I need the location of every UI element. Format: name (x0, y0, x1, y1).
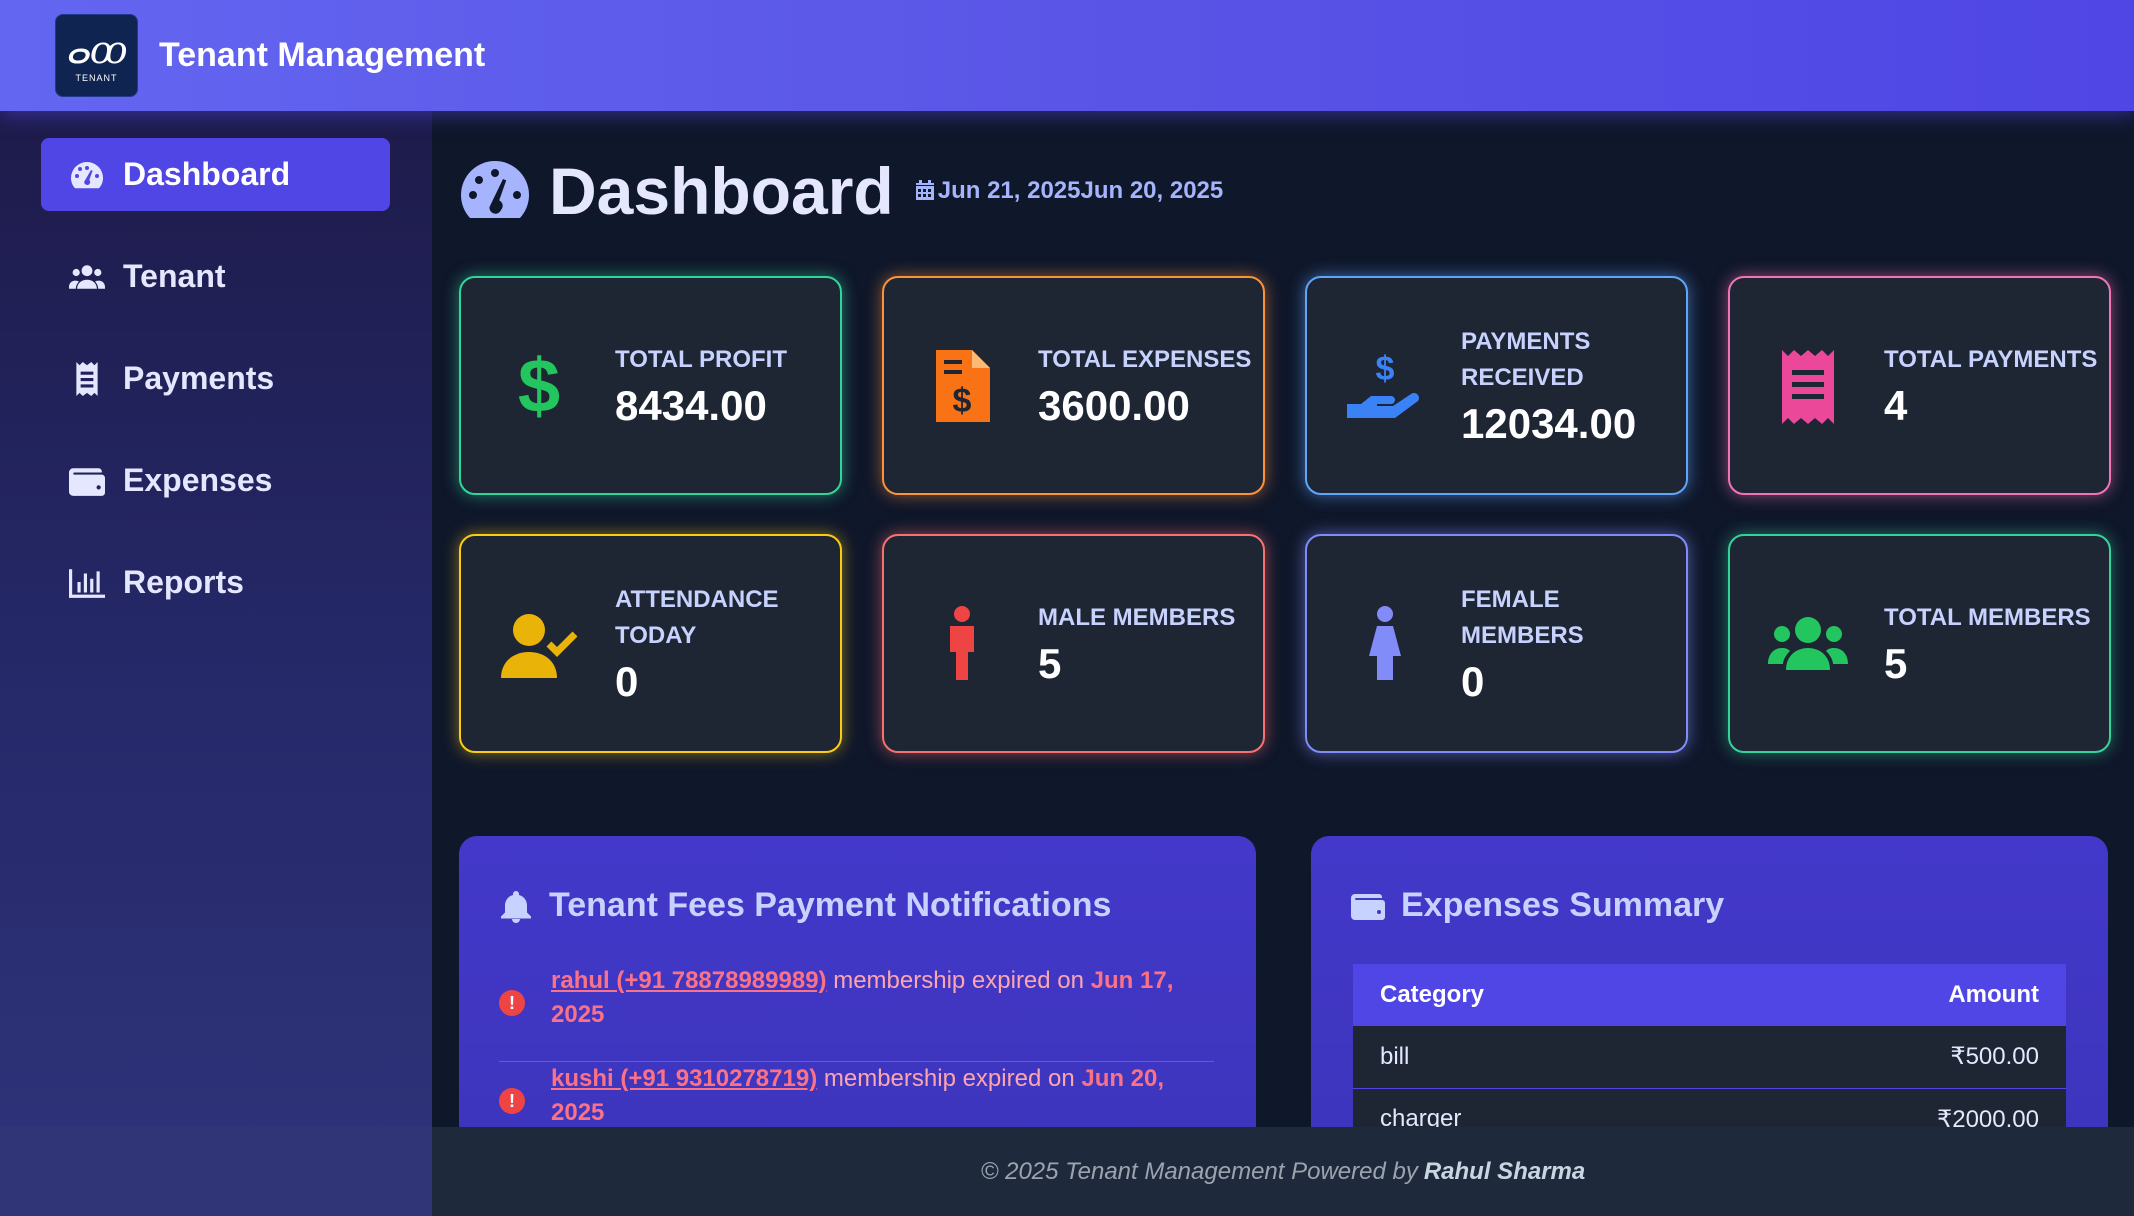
stat-label: MALE MEMBERS (1038, 603, 1236, 631)
table-header-row: Category Amount (1353, 964, 2066, 1026)
dollar-icon: $ (497, 344, 581, 428)
stat-label: TOTAL MEMBERS (1884, 603, 2091, 631)
amount-cell: ₹2000.00 (1711, 1088, 2066, 1127)
stat-label: TOTAL EXPENSES (1038, 345, 1252, 373)
stat-value: 4 (1884, 381, 1908, 429)
footer-sidebar-area (0, 1127, 432, 1216)
expenses-panel: Expenses Summary Category Amount bill ₹5… (1311, 836, 2108, 1127)
stat-label: FEMALE MEMBERS (1461, 585, 1584, 649)
stat-value: 5 (1038, 639, 1062, 687)
stat-value: 0 (615, 657, 639, 705)
sidebar: Dashboard Tenant Payments Expenses Repor… (0, 111, 432, 1216)
expenses-table: Category Amount bill ₹500.00 charger ₹20… (1353, 964, 2066, 1127)
male-icon (920, 602, 1004, 686)
notifications-title: Tenant Fees Payment Notifications (499, 886, 1111, 925)
stat-label: PAYMENTS RECEIVED (1461, 327, 1591, 391)
stat-card-female-members[interactable]: FEMALE MEMBERS 0 (1305, 534, 1688, 753)
sidebar-item-label: Dashboard (123, 156, 291, 192)
sidebar-item-label: Payments (123, 360, 275, 396)
sidebar-item-payments[interactable]: Payments (41, 342, 390, 415)
notifications-panel: Tenant Fees Payment Notifications ! rahu… (459, 836, 1256, 1127)
tenant-link[interactable]: rahul (+91 78878989989) (551, 967, 827, 994)
notification-message: membership expired on (826, 967, 1091, 994)
svg-text:$: $ (518, 346, 560, 426)
notification-message: membership expired on (817, 1065, 1082, 1092)
expenses-title-text: Expenses Summary (1401, 886, 1725, 924)
amount-cell: ₹500.00 (1711, 1026, 2066, 1089)
svg-text:$: $ (1376, 350, 1395, 388)
sidebar-item-expenses[interactable]: Expenses (41, 444, 390, 517)
wallet-icon (67, 463, 107, 499)
calendar-icon (915, 180, 934, 200)
female-icon (1343, 602, 1427, 686)
svg-text:$: $ (953, 382, 972, 420)
gauge-icon (459, 159, 531, 224)
sidebar-item-dashboard[interactable]: Dashboard (41, 138, 390, 211)
stat-label: ATTENDANCE TODAY (615, 585, 779, 649)
stat-label: TOTAL PAYMENTS (1884, 345, 2098, 373)
sidebar-item-label: Tenant (123, 258, 226, 294)
footer-text: © 2025 Tenant Management Powered by Rahu… (432, 1127, 2134, 1216)
table-row: charger ₹2000.00 (1353, 1088, 2066, 1127)
stat-label: TOTAL PROFIT (615, 345, 787, 373)
stat-card-payments-received[interactable]: $ PAYMENTS RECEIVED 12034.00 (1305, 276, 1688, 495)
app-logo[interactable]: ⴰꝏ TENANT (55, 14, 138, 97)
tenant-link[interactable]: kushi (+91 9310278719) (551, 1065, 817, 1092)
page-header: Dashboard Jun 21, 2025Jun 20, 2025 (459, 153, 1223, 229)
chart-bar-icon (67, 565, 107, 601)
notification-item: ! rahul (+91 78878989989) membership exp… (499, 964, 1214, 1032)
logo-text: TENANT (75, 72, 118, 83)
receipt-icon (67, 361, 107, 397)
stat-value: 8434.00 (615, 381, 767, 429)
wallet-icon (1351, 893, 1385, 920)
sidebar-item-tenant[interactable]: Tenant (41, 240, 390, 313)
bell-icon (501, 890, 531, 923)
date-range-text: Jun 21, 2025Jun 20, 2025 (937, 177, 1224, 204)
alert-icon: ! (499, 990, 525, 1016)
stat-card-total-members[interactable]: TOTAL MEMBERS 5 (1728, 534, 2111, 753)
stat-value: 12034.00 (1461, 399, 1637, 447)
footer: © 2025 Tenant Management Powered by Rahu… (0, 1127, 2134, 1216)
app-title: Tenant Management (159, 36, 486, 74)
page-title: Dashboard (549, 154, 894, 228)
stat-value: 0 (1461, 657, 1485, 705)
column-header-category[interactable]: Category (1353, 964, 1712, 1026)
users-icon (67, 259, 107, 295)
top-header: ⴰꝏ TENANT Tenant Management (0, 0, 2134, 111)
alert-icon: ! (499, 1088, 525, 1114)
stat-value: 5 (1884, 639, 1908, 687)
column-header-amount[interactable]: Amount (1711, 964, 2066, 1026)
user-check-icon (497, 602, 581, 686)
gauge-icon (67, 157, 107, 193)
stat-card-total-expenses[interactable]: $ TOTAL EXPENSES 3600.00 (882, 276, 1265, 495)
stat-value: 3600.00 (1038, 381, 1190, 429)
main-content: Dashboard Jun 21, 2025Jun 20, 2025 $ TOT… (432, 111, 2134, 1127)
date-range[interactable]: Jun 21, 2025Jun 20, 2025 (914, 177, 1224, 205)
sidebar-item-label: Reports (123, 564, 244, 600)
stat-card-male-members[interactable]: MALE MEMBERS 5 (882, 534, 1265, 753)
sidebar-item-label: Expenses (123, 462, 273, 498)
hand-holding-dollar-icon: $ (1343, 344, 1427, 428)
sidebar-item-reports[interactable]: Reports (41, 546, 390, 619)
table-row: bill ₹500.00 (1353, 1026, 2066, 1089)
copyright-text: © 2025 Tenant Management Powered by (980, 1157, 1418, 1185)
logo-mark: ⴰꝏ (65, 27, 128, 72)
category-cell: bill (1353, 1026, 1712, 1089)
stat-card-attendance-today[interactable]: ATTENDANCE TODAY 0 (459, 534, 842, 753)
invoice-dollar-icon: $ (920, 344, 1004, 428)
receipt-icon (1766, 344, 1850, 428)
notifications-title-text: Tenant Fees Payment Notifications (549, 886, 1112, 924)
stat-card-total-profit[interactable]: $ TOTAL PROFIT 8434.00 (459, 276, 842, 495)
author-name: Rahul Sharma (1423, 1157, 1586, 1185)
stat-card-total-payments[interactable]: TOTAL PAYMENTS 4 (1728, 276, 2111, 495)
category-cell: charger (1353, 1088, 1712, 1127)
notification-item: ! kushi (+91 9310278719) membership expi… (499, 1062, 1214, 1127)
users-icon (1766, 602, 1850, 686)
expenses-title: Expenses Summary (1351, 886, 1724, 925)
